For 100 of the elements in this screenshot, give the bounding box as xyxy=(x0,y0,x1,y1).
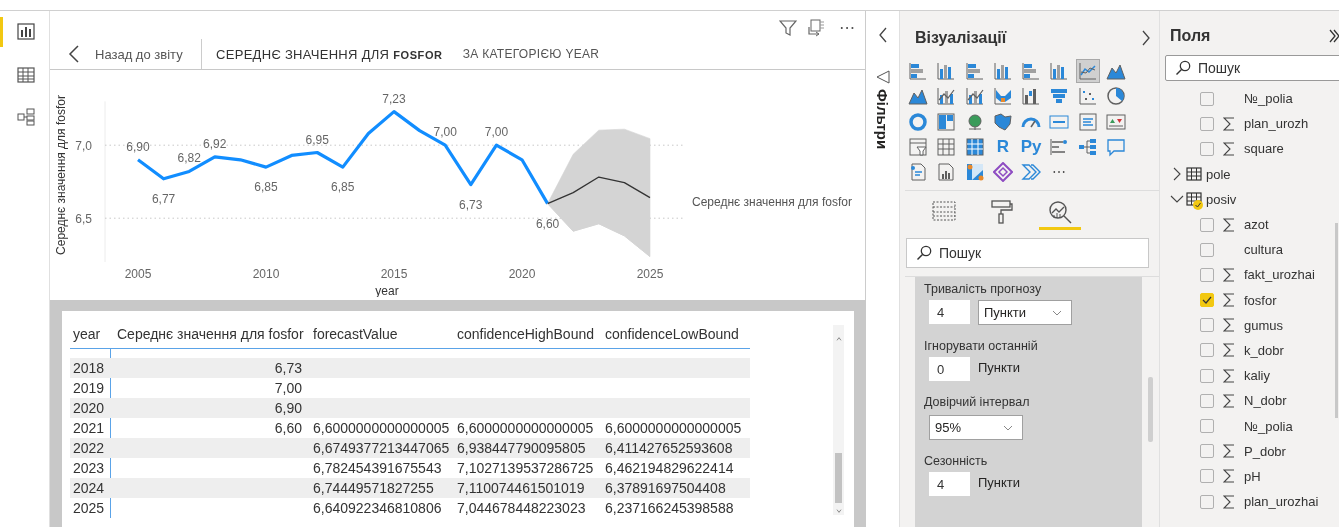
document-icon[interactable] xyxy=(908,162,928,183)
checkbox[interactable] xyxy=(1200,217,1214,232)
search-field[interactable]: Пошук xyxy=(906,238,1149,269)
decomposition-tree-icon[interactable] xyxy=(1077,136,1098,157)
combo-chart-icon[interactable] xyxy=(964,86,985,107)
back-to-report-link[interactable]: Назад до звіту xyxy=(95,46,183,62)
key-influencers-icon[interactable] xyxy=(1049,136,1070,157)
pie-chart-icon[interactable] xyxy=(1106,86,1127,107)
data-label: 6,95 xyxy=(305,132,329,147)
column-header[interactable]: confidenceHighBound xyxy=(454,325,602,342)
scrollbar-thumb[interactable] xyxy=(835,453,842,503)
field-name[interactable]: pH xyxy=(1244,468,1261,484)
kpi-icon[interactable] xyxy=(1106,111,1127,132)
ribbon-chart-icon[interactable] xyxy=(992,86,1013,107)
collapse-icon[interactable] xyxy=(877,27,888,43)
setting-label: Ігнорувати останній xyxy=(924,339,1039,354)
pane-tab[interactable] xyxy=(1039,200,1081,231)
table-icon[interactable] xyxy=(936,136,957,157)
focus-mode-icon[interactable] xyxy=(807,19,825,37)
field-name[interactable]: N_dobr xyxy=(1244,393,1287,409)
checkbox[interactable] xyxy=(1200,116,1214,131)
diamond-icon[interactable] xyxy=(992,162,1013,183)
checkbox[interactable] xyxy=(1200,293,1214,308)
column-header[interactable]: confidenceLowBound xyxy=(602,325,750,342)
column-header[interactable]: Середнє значення для fosfor xyxy=(114,325,310,342)
field-name[interactable]: №_polia xyxy=(1244,91,1293,107)
more-options-button[interactable]: ⋯ xyxy=(835,20,859,36)
slicer-icon[interactable] xyxy=(908,136,928,157)
field-name[interactable]: fakt_urozhai xyxy=(1244,267,1315,283)
more-visuals-button[interactable]: ⋯ xyxy=(1047,160,1072,185)
filter-icon[interactable] xyxy=(779,19,797,37)
column-chart-icon[interactable] xyxy=(1049,61,1070,81)
waterfall-chart-icon[interactable] xyxy=(1021,86,1042,107)
field-name[interactable]: P_dobr xyxy=(1244,443,1286,459)
matrix-icon[interactable] xyxy=(964,136,985,157)
checkbox[interactable] xyxy=(1200,242,1214,257)
number-field[interactable]: 0 xyxy=(929,357,970,382)
field-name[interactable]: azot xyxy=(1244,217,1269,233)
table-view-icon[interactable] xyxy=(17,65,35,84)
table-icon xyxy=(1186,167,1202,182)
scrollbar-thumb[interactable] xyxy=(1335,223,1338,418)
search-field[interactable]: Пошук xyxy=(1165,55,1339,81)
scrollbar-thumb[interactable] xyxy=(1148,377,1153,443)
line-chart-icon[interactable] xyxy=(1077,61,1098,81)
column-chart-icon[interactable] xyxy=(992,61,1013,81)
checkbox[interactable] xyxy=(1200,393,1214,408)
treemap-icon[interactable] xyxy=(936,111,957,132)
field-name[interactable]: cultura xyxy=(1244,242,1284,258)
donut-chart-icon[interactable] xyxy=(908,111,928,132)
column-chart-icon[interactable] xyxy=(936,61,957,81)
filters-pane-label[interactable]: Фільтри xyxy=(874,89,891,150)
back-icon[interactable] xyxy=(68,45,80,63)
field-name[interactable]: kaliy xyxy=(1244,368,1270,384)
expand-icon[interactable] xyxy=(1141,30,1151,46)
x-axis-tick-label: 2025 xyxy=(636,267,664,281)
bar-chart-icon[interactable] xyxy=(908,61,928,81)
speech-bubble-icon[interactable] xyxy=(1106,136,1127,157)
apps-icon[interactable] xyxy=(964,162,985,183)
field-name[interactable]: plan_urozhai xyxy=(1244,494,1319,510)
column-header[interactable]: year xyxy=(70,325,114,342)
table-name[interactable]: pole xyxy=(1206,166,1231,182)
field-name[interactable]: gumus xyxy=(1244,317,1284,333)
checkbox[interactable] xyxy=(1200,494,1214,509)
checkbox[interactable] xyxy=(1200,444,1214,459)
multi-row-card-icon[interactable] xyxy=(1077,111,1098,132)
x-axis-tick-label: 2015 xyxy=(380,267,408,281)
checkbox[interactable] xyxy=(1200,469,1214,484)
scroll-down-icon[interactable] xyxy=(834,509,843,513)
combo-chart-icon[interactable] xyxy=(936,86,957,107)
table-cell-text: 2020 xyxy=(72,400,106,416)
report-view-icon[interactable] xyxy=(17,23,35,41)
checkbox[interactable] xyxy=(1200,368,1214,383)
report-page-icon[interactable] xyxy=(936,162,957,183)
number-field[interactable]: 4 xyxy=(929,472,970,497)
scatter-chart-icon[interactable] xyxy=(1077,86,1098,107)
checkbox[interactable] xyxy=(1200,343,1214,358)
dropdown[interactable]: Пункти xyxy=(978,300,1072,326)
bar-chart-icon[interactable] xyxy=(964,61,985,81)
checkbox[interactable] xyxy=(1200,141,1214,156)
scrollbar[interactable] xyxy=(833,325,844,515)
model-view-icon[interactable] xyxy=(17,107,35,126)
field-name[interactable]: №_polia xyxy=(1244,418,1293,434)
number-field[interactable]: 4 xyxy=(929,300,970,325)
visual-subtitle: ЗА КАТЕГОРІЄЮ YEAR xyxy=(462,47,600,61)
checkbox[interactable] xyxy=(1200,318,1214,333)
chevron-arrows-icon[interactable] xyxy=(1021,162,1042,183)
field-name[interactable]: fosfor xyxy=(1244,292,1277,308)
checkbox[interactable] xyxy=(1200,419,1214,434)
bar-chart-icon[interactable] xyxy=(1021,61,1042,81)
checkbox[interactable] xyxy=(1200,267,1214,282)
table-name[interactable]: posiv xyxy=(1206,191,1237,207)
field-name[interactable]: square xyxy=(1244,141,1284,157)
scroll-up-icon[interactable] xyxy=(834,337,843,341)
collapse-pane-icon[interactable] xyxy=(1329,28,1339,44)
field-name[interactable]: k_dobr xyxy=(1244,342,1284,358)
filled-map-icon[interactable] xyxy=(992,111,1013,132)
column-header[interactable]: forecastValue xyxy=(310,325,454,342)
checkbox[interactable] xyxy=(1200,91,1214,106)
field-name[interactable]: plan_urozh xyxy=(1244,116,1309,132)
dropdown[interactable]: 95% xyxy=(929,415,1023,441)
